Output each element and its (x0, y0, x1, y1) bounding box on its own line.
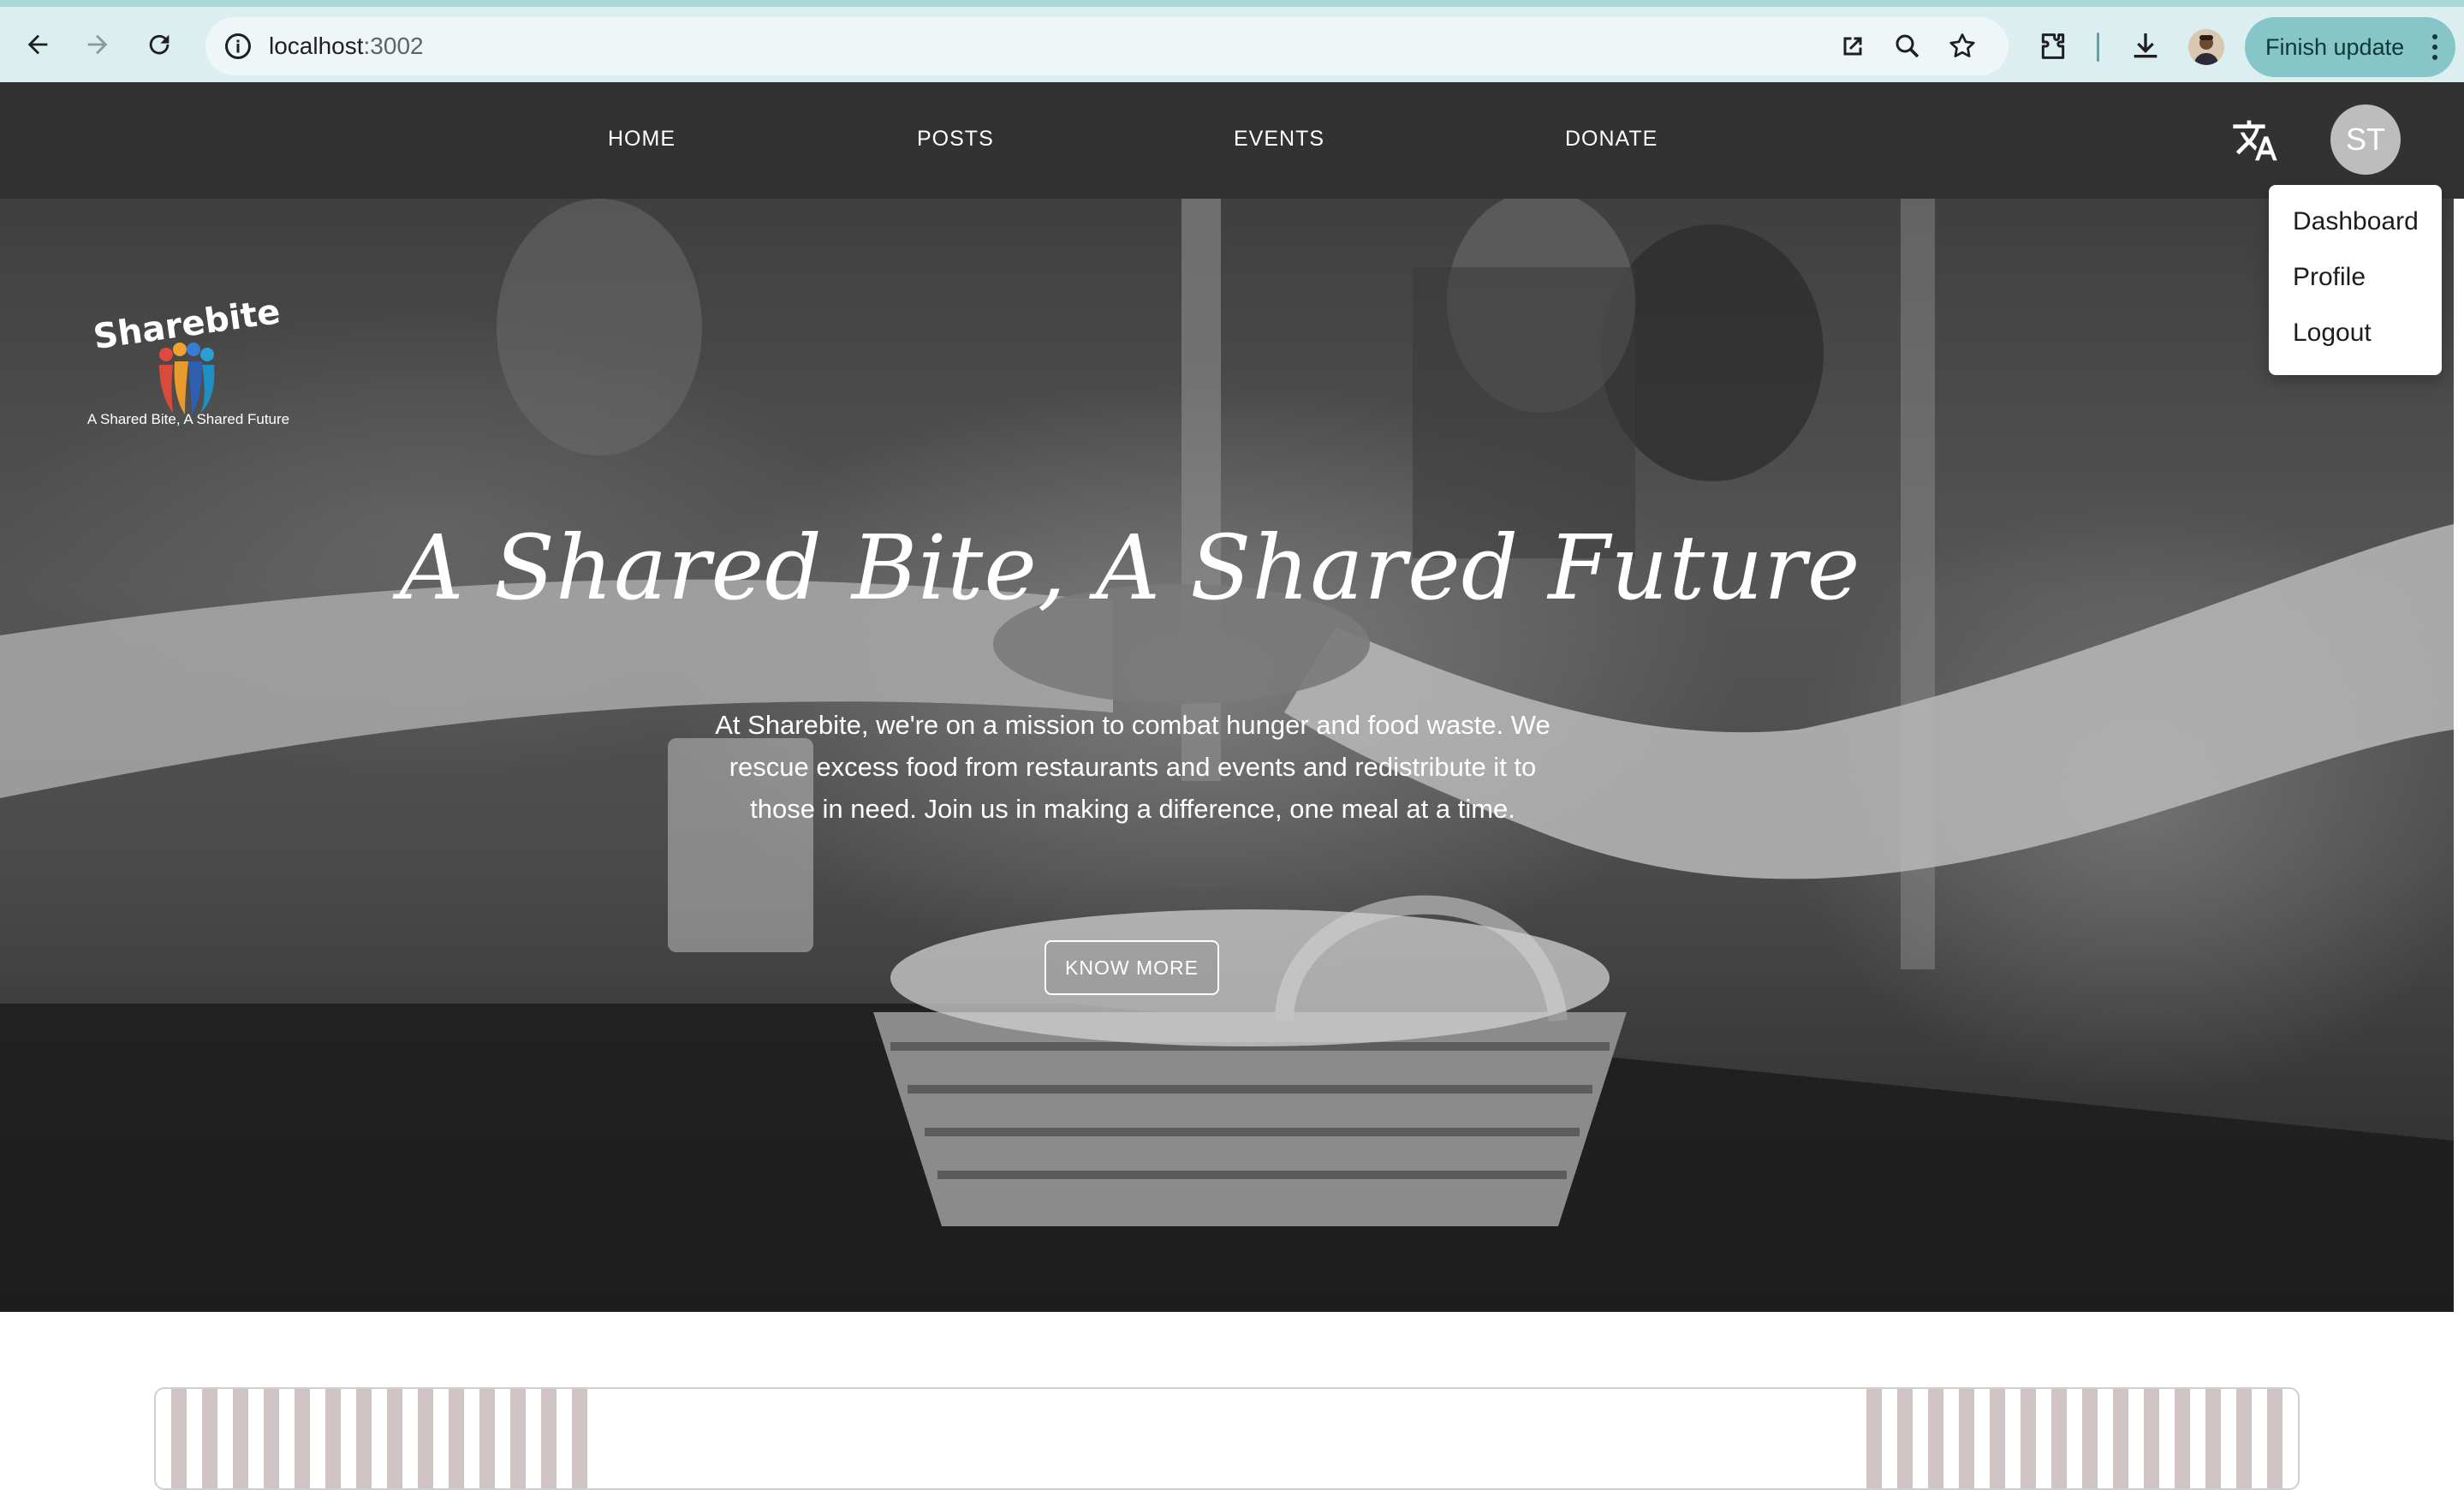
menu-item-dashboard[interactable]: Dashboard (2269, 200, 2442, 256)
svg-text:Sharebite: Sharebite (91, 292, 283, 357)
finish-update-button[interactable]: Finish update (2245, 17, 2455, 77)
download-icon[interactable] (2128, 29, 2163, 63)
decorative-stripes-right (1866, 1389, 2286, 1488)
browser-toolbar: localhost:3002 Finish update (0, 0, 2464, 82)
nav-events[interactable]: EVENTS (1234, 127, 1324, 152)
url-host: localhost (269, 33, 364, 59)
nav-home[interactable]: HOME (608, 127, 676, 152)
hero-description: At Sharebite, we're on a mission to comb… (715, 710, 1550, 824)
menu-item-profile[interactable]: Profile (2269, 256, 2442, 312)
logo-tagline: A Shared Bite, A Shared Future (86, 411, 290, 427)
reload-icon[interactable] (140, 26, 178, 63)
translate-icon[interactable] (2231, 116, 2279, 164)
hero-title: A Shared Bite, A Shared Future (399, 516, 1861, 620)
site-info-icon[interactable] (223, 31, 253, 62)
url-port: :3002 (363, 33, 424, 59)
profile-avatar[interactable] (2188, 29, 2224, 65)
extensions-icon[interactable] (2036, 29, 2070, 63)
nav-donate[interactable]: DONATE (1565, 127, 1658, 152)
finish-update-label: Finish update (2265, 33, 2405, 60)
content-section (0, 1312, 2464, 1490)
zoom-icon[interactable] (1892, 31, 1923, 62)
site-header: HOME POSTS EVENTS DONATE ST (0, 82, 2464, 199)
bookmark-star-icon[interactable] (1947, 31, 1978, 62)
avatar-initials: ST (2345, 122, 2385, 157)
forward-icon[interactable] (79, 26, 116, 63)
user-avatar-button[interactable]: ST (2330, 104, 2401, 175)
content-card (154, 1387, 2300, 1490)
know-more-button[interactable]: KNOW MORE (1045, 940, 1219, 995)
menu-item-logout[interactable]: Logout (2269, 312, 2442, 367)
open-in-new-icon[interactable] (1837, 31, 1868, 62)
nav-posts[interactable]: POSTS (917, 127, 994, 152)
toolbar-divider (2097, 33, 2099, 62)
address-bar[interactable]: localhost:3002 (205, 17, 2009, 75)
url-text[interactable]: localhost:3002 (269, 33, 424, 60)
hero-section: Sharebite A Shared Bite, A Shared Future… (0, 199, 2454, 1312)
back-icon[interactable] (19, 26, 57, 63)
user-menu: Dashboard Profile Logout (2269, 185, 2442, 375)
decorative-stripes-left (171, 1389, 599, 1488)
more-vert-icon (2432, 34, 2437, 60)
